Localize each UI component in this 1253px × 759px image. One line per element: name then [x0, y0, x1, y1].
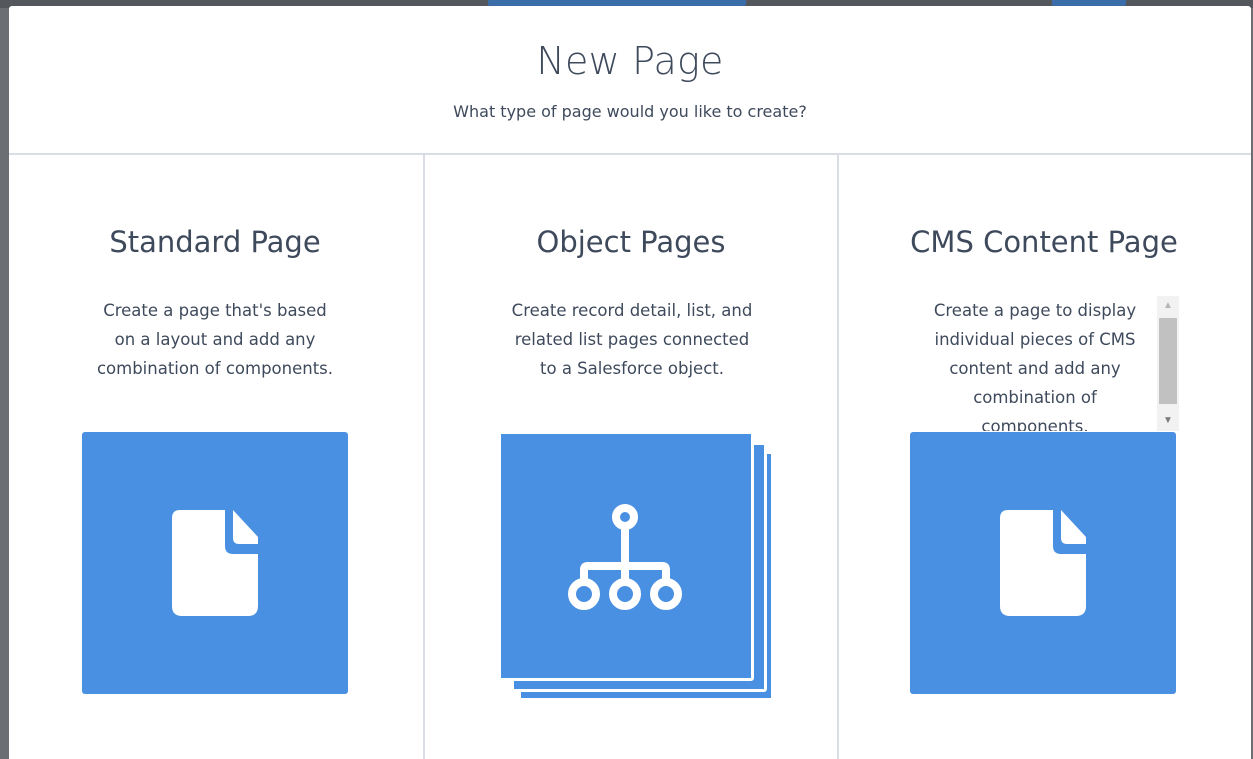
option-tile[interactable] — [82, 432, 348, 694]
scrollbar-thumb[interactable] — [1159, 318, 1177, 404]
scroll-up-arrow-icon[interactable]: ▲ — [1157, 296, 1179, 316]
scroll-down-arrow-icon[interactable]: ▼ — [1157, 411, 1179, 431]
option-description: Create record detail, list, and related … — [511, 301, 753, 378]
option-title: Object Pages — [536, 225, 726, 259]
description-scroll-area[interactable]: Create a page to display individual piec… — [917, 296, 1179, 431]
page-type-options: Standard Page Create a page that's based… — [9, 155, 1251, 759]
option-title: Standard Page — [109, 225, 321, 259]
modal-title: New Page — [536, 39, 724, 83]
document-icon — [172, 510, 258, 616]
modal-subtitle: What type of page would you like to crea… — [453, 102, 807, 121]
option-title: CMS Content Page — [910, 225, 1178, 259]
option-description: Create a page that's based on a layout a… — [96, 301, 334, 378]
option-cms-content-page[interactable]: CMS Content Page Create a page to displa… — [837, 155, 1251, 759]
option-object-pages[interactable]: Object Pages Create record detail, list,… — [423, 155, 839, 759]
scrollbar[interactable]: ▲ ▼ — [1157, 296, 1179, 431]
option-tile[interactable] — [498, 431, 754, 681]
option-standard-page[interactable]: Standard Page Create a page that's based… — [9, 155, 421, 759]
modal-header: New Page What type of page would you lik… — [9, 6, 1251, 155]
hierarchy-icon — [568, 504, 682, 610]
option-description: Create a page to display individual piec… — [933, 301, 1137, 431]
document-icon — [1000, 510, 1086, 616]
option-tile[interactable] — [910, 432, 1176, 694]
new-page-modal: New Page What type of page would you lik… — [9, 6, 1251, 759]
